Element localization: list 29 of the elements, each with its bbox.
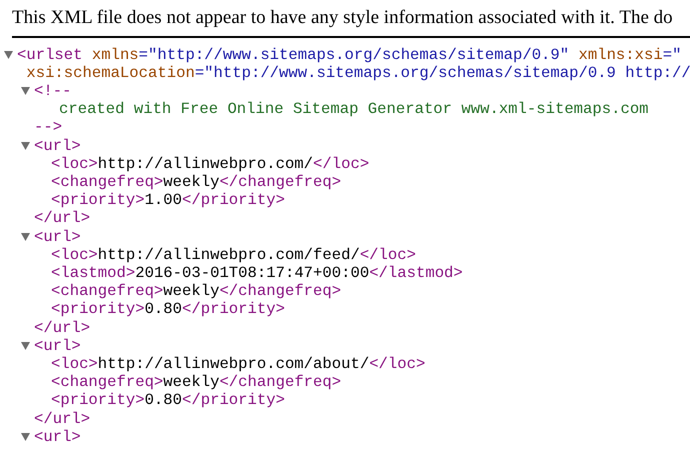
xml-code-line: xsi:schemaLocation="http://www.sitemaps.org/schemas/sitemap/0.9 http:// xyxy=(25,64,690,82)
collapse-toggle-icon[interactable] xyxy=(21,432,30,441)
xml-code-line: <url> xyxy=(34,228,81,246)
xml-code-line: <url> xyxy=(34,136,81,155)
collapse-toggle-icon[interactable] xyxy=(21,232,30,241)
xml-code-line: </url> xyxy=(34,209,90,228)
xml-code-line: <priority>0.80</priority> xyxy=(51,300,285,319)
xml-code-line: </url> xyxy=(34,410,90,428)
xml-code-line: <loc>http://allinwebpro.com/feed/</loc> xyxy=(51,246,416,264)
xml-code-line: </url> xyxy=(34,318,90,337)
xml-code-line: <urlset xmlns="http://www.sitemaps.org/schemas/sitemap/0.9" xmlns:xsi=" xyxy=(17,46,682,64)
collapse-toggle-icon[interactable] xyxy=(21,342,30,350)
xml-code-line: <changefreq>weekly</changefreq> xyxy=(51,373,342,392)
xml-code-line: <url> xyxy=(34,428,81,446)
xml-code-line: <priority>1.00</priority> xyxy=(51,191,285,210)
collapse-toggle-icon[interactable] xyxy=(4,50,13,59)
no-style-notice: This XML file does not appear to have any style information associated with it. The do xyxy=(12,7,673,29)
collapse-toggle-icon[interactable] xyxy=(21,142,30,150)
xml-code-line: created with Free Online Sitemap Generator www.xml-sitemaps.com xyxy=(58,100,649,118)
xml-code-line: --> xyxy=(34,118,62,137)
xml-code-line: <url> xyxy=(34,336,81,355)
xml-code-line: <changefreq>weekly</changefreq> xyxy=(51,172,342,192)
xml-code-line: <loc>http://allinwebpro.com/</loc> xyxy=(51,154,370,173)
xml-code-line: <lastmod>2016-03-01T08:17:47+00:00</lastmod> xyxy=(51,264,463,282)
xml-code-line: <!-- xyxy=(34,82,72,100)
xml-code-line: <loc>http://allinwebpro.com/about/</loc> xyxy=(51,354,426,374)
collapse-toggle-icon[interactable] xyxy=(21,87,30,95)
xml-code-line: <priority>0.80</priority> xyxy=(51,391,285,410)
xml-code-line: <changefreq>weekly</changefreq> xyxy=(51,282,342,300)
